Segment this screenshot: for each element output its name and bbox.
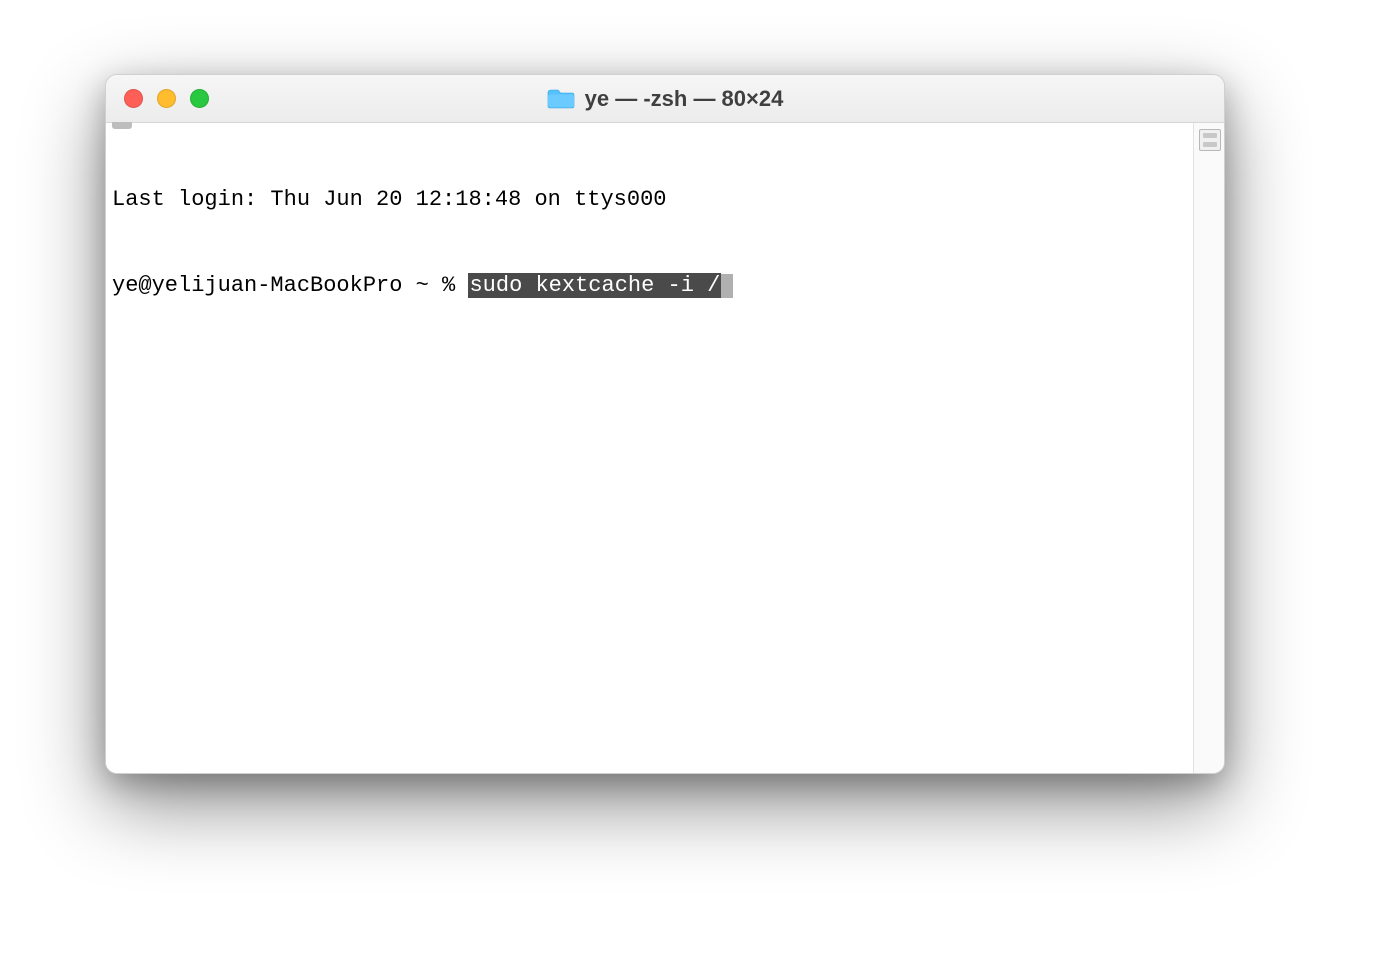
titlebar[interactable]: ye — -zsh — 80×24 <box>106 75 1224 123</box>
terminal-body: Last login: Thu Jun 20 12:18:48 on ttys0… <box>106 123 1224 773</box>
prompt-line: ye@yelijuan-MacBookPro ~ % sudo kextcach… <box>112 272 1187 301</box>
zoom-button[interactable] <box>190 89 209 108</box>
terminal-content[interactable]: Last login: Thu Jun 20 12:18:48 on ttys0… <box>106 123 1193 773</box>
entered-command[interactable]: sudo kextcache -i / <box>468 273 721 298</box>
tab-handle[interactable] <box>112 122 132 129</box>
split-pane-icon[interactable] <box>1199 129 1221 151</box>
cursor <box>721 274 733 298</box>
terminal-window[interactable]: ye — -zsh — 80×24 Last login: Thu Jun 20… <box>105 74 1225 774</box>
folder-icon <box>547 88 575 110</box>
window-title: ye — -zsh — 80×24 <box>106 86 1224 112</box>
scrollbar[interactable] <box>1193 123 1224 773</box>
traffic-lights <box>124 89 209 108</box>
close-button[interactable] <box>124 89 143 108</box>
window-title-text: ye — -zsh — 80×24 <box>585 86 784 112</box>
minimize-button[interactable] <box>157 89 176 108</box>
shell-prompt: ye@yelijuan-MacBookPro ~ % <box>112 273 468 298</box>
last-login-line: Last login: Thu Jun 20 12:18:48 on ttys0… <box>112 186 1187 215</box>
